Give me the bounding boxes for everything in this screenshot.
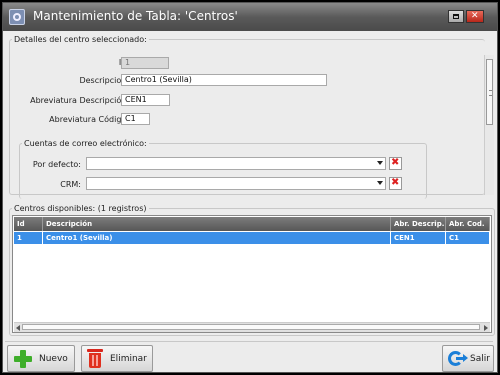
abrev-descripcion-field[interactable]: CEN1	[121, 94, 170, 106]
centros-table: Id Descripción Abr. Descrip. Abr. Cod. 1…	[12, 215, 492, 333]
cell-abr-descrip: CEN1	[391, 232, 446, 244]
trash-icon	[87, 349, 103, 368]
por-defecto-select[interactable]	[86, 157, 386, 170]
descripcion-field[interactable]: Centro1 (Sevilla)	[121, 74, 327, 86]
table-header: Id Descripción Abr. Descrip. Abr. Cod.	[14, 217, 490, 231]
id-field: 1	[121, 57, 169, 69]
list-legend: Centros disponibles: (1 registros)	[14, 204, 147, 213]
column-header-abr-descrip[interactable]: Abr. Descrip.	[391, 217, 446, 231]
cell-descripcion: Centro1 (Sevilla)	[43, 232, 391, 244]
exit-arrow-icon	[456, 354, 468, 362]
scrollbar-thumb[interactable]	[22, 324, 480, 330]
salir-button[interactable]: Salir	[442, 345, 494, 372]
cell-id: 1	[14, 232, 43, 244]
close-button[interactable]	[466, 10, 484, 23]
details-scrollbar[interactable]	[484, 55, 494, 195]
details-legend: Detalles del centro seleccionado:	[14, 35, 147, 44]
crm-select[interactable]	[86, 177, 386, 190]
plus-icon	[14, 350, 32, 368]
chevron-down-icon	[377, 181, 383, 185]
app-icon	[9, 9, 25, 25]
column-header-id[interactable]: Id	[14, 217, 43, 231]
main-window: Mantenimiento de Tabla: 'Centros' Detall…	[2, 2, 498, 373]
eliminar-button[interactable]: Eliminar	[81, 345, 153, 372]
abrev-codigo-label: Abreviatura Código:	[49, 115, 129, 124]
column-header-abr-cod[interactable]: Abr. Cod.	[446, 217, 490, 231]
salir-label: Salir	[470, 354, 490, 364]
crm-label: CRM:	[60, 180, 81, 189]
window-title: Mantenimiento de Tabla: 'Centros'	[33, 9, 238, 23]
column-header-descripcion[interactable]: Descripción	[43, 217, 391, 231]
scrollbar-thumb[interactable]	[486, 59, 493, 125]
email-legend: Cuentas de correo electrónico:	[24, 139, 147, 148]
por-defecto-label: Por defecto:	[32, 160, 81, 169]
toolbar-divider	[5, 341, 493, 342]
restore-button[interactable]	[448, 10, 464, 23]
nuevo-label: Nuevo	[39, 354, 68, 364]
clear-crm-button[interactable]	[389, 177, 402, 190]
clear-por-defecto-button[interactable]	[389, 157, 402, 170]
scroll-left-icon[interactable]	[16, 325, 20, 331]
table-horizontal-scrollbar[interactable]	[14, 322, 490, 332]
abrev-codigo-field[interactable]: C1	[121, 113, 150, 125]
table-row[interactable]: 1 Centro1 (Sevilla) CEN1 C1	[14, 232, 490, 244]
abrev-descripcion-label: Abreviatura Descripción:	[30, 96, 129, 105]
nuevo-button[interactable]: Nuevo	[7, 345, 75, 372]
descripcion-label: Descripcion:	[79, 76, 129, 85]
cell-abr-cod: C1	[446, 232, 490, 244]
title-bar[interactable]: Mantenimiento de Tabla: 'Centros'	[3, 3, 497, 31]
eliminar-label: Eliminar	[110, 354, 147, 364]
chevron-down-icon	[377, 161, 383, 165]
scroll-right-icon[interactable]	[484, 325, 488, 331]
grip-icon	[489, 90, 492, 96]
